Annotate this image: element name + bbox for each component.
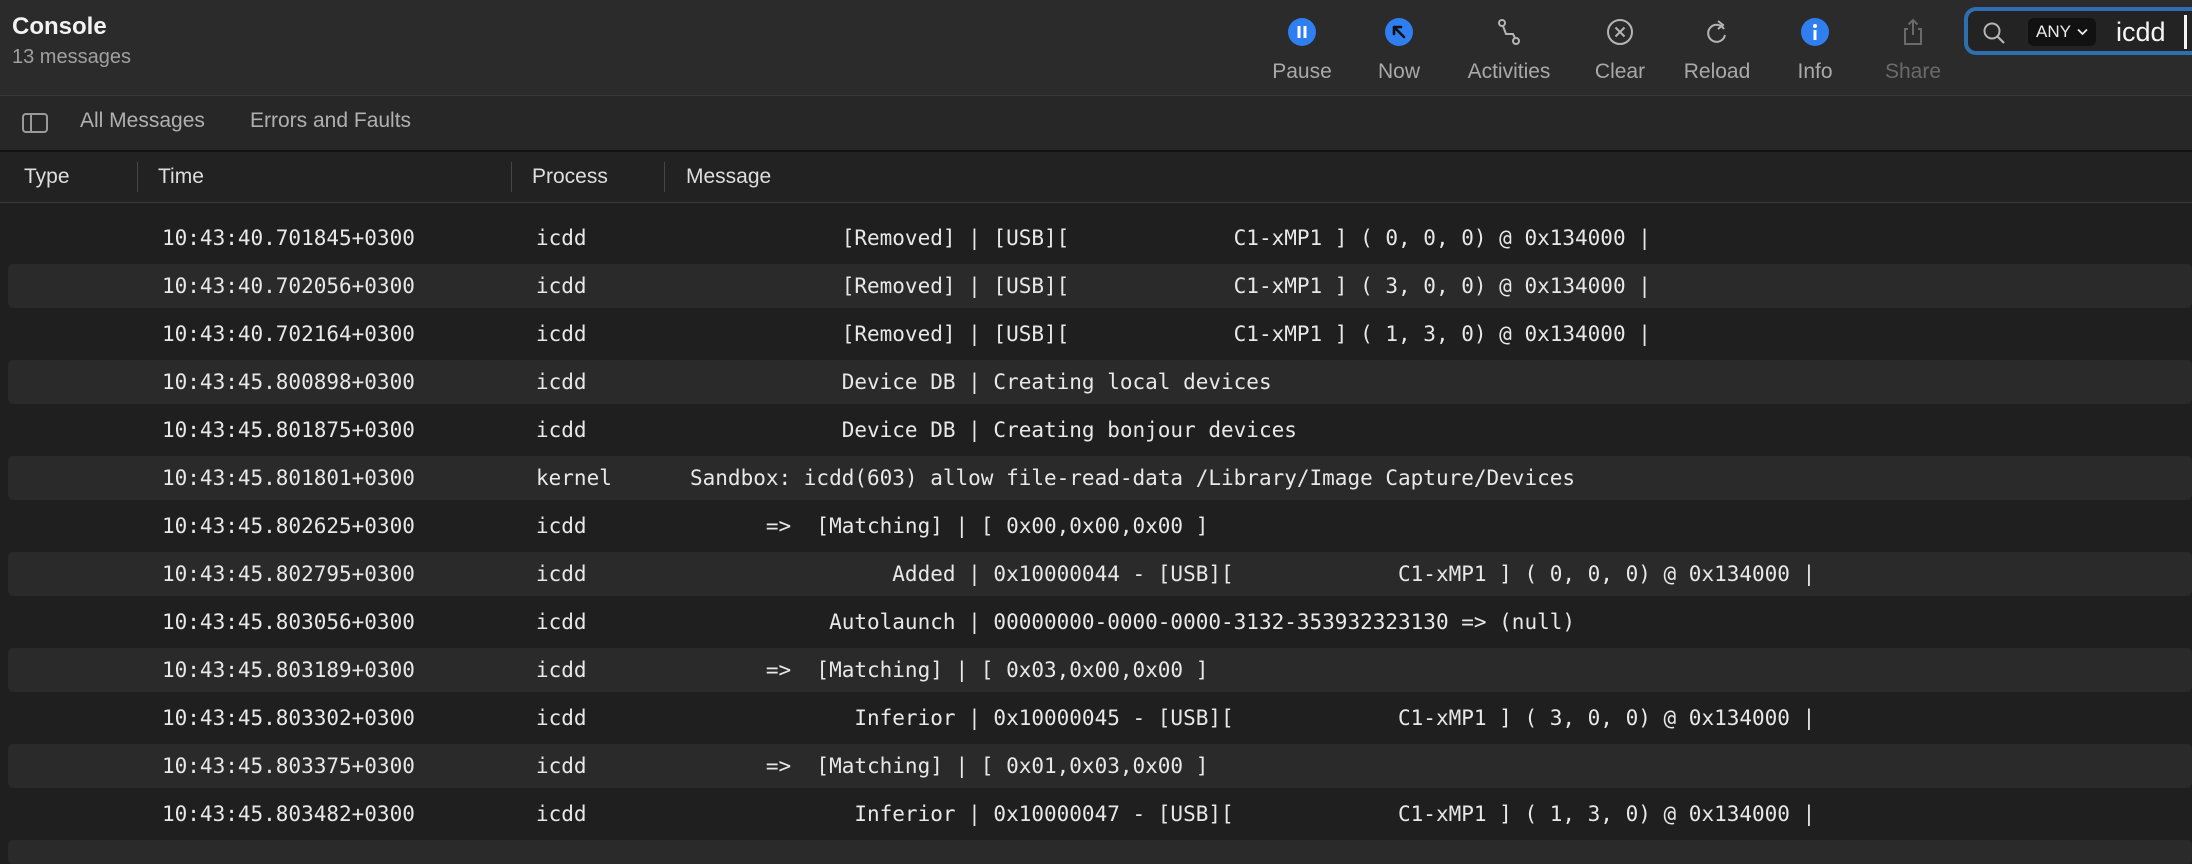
time-cell: 10:43:45.803482+0300 [162,802,415,826]
search-field[interactable]: ANY icdd [1964,7,2192,55]
message-cell: Device DB | Creating bonjour devices [690,418,1297,442]
table-row-empty [8,840,2192,864]
process-cell: icdd [536,418,587,442]
time-cell: 10:43:45.802625+0300 [162,514,415,538]
time-cell: 10:43:40.702056+0300 [162,274,415,298]
process-cell: icdd [536,370,587,394]
search-scope-dropdown[interactable]: ANY [2028,18,2096,46]
now-button[interactable]: Now [1344,14,1454,84]
activities-label: Activities [1467,60,1551,83]
app-title: Console [12,13,107,40]
message-cell: Sandbox: icdd(603) allow file-read-data … [690,466,1576,490]
time-cell: 10:43:45.803302+0300 [162,706,415,730]
table-row[interactable]: 10:43:40.702164+0300 icdd [Removed] | [US… [8,312,2192,356]
process-cell: kernel [536,466,612,490]
table-row[interactable]: 10:43:45.803375+0300 icdd => [Matching] |… [8,744,2192,788]
time-cell: 10:43:40.702164+0300 [162,322,415,346]
info-button[interactable]: Info [1760,14,1870,84]
process-cell: icdd [536,514,587,538]
message-cell: [Removed] | [USB][ C1-xMP1 ] ( 1, 3, 0) … [690,322,1651,346]
info-circle-icon [1801,18,1829,46]
reload-button[interactable]: Reload [1662,14,1772,84]
process-cell: icdd [536,658,587,682]
message-cell: [Removed] | [USB][ C1-xMP1 ] ( 0, 0, 0) … [690,226,1651,250]
message-cell: Inferior | 0x10000047 - [USB][ C1-xMP1 ]… [690,802,1816,826]
column-process[interactable]: Process [532,165,608,189]
process-cell: icdd [536,226,587,250]
reload-icon [1707,20,1726,43]
process-cell: icdd [536,274,587,298]
time-cell: 10:43:45.803189+0300 [162,658,415,682]
clear-x-circle-icon [1607,19,1633,45]
message-cell: Device DB | Creating local devices [690,370,1272,394]
table-row[interactable]: 10:43:45.800898+0300 icdd Device DB | Cre… [8,360,2192,404]
table-row[interactable]: 10:43:45.802625+0300 icdd => [Matching] |… [8,504,2192,548]
table-row[interactable]: 10:43:40.702056+0300 icdd [Removed] | [US… [8,264,2192,308]
arrow-up-left-circle-icon [1385,18,1413,46]
time-cell: 10:43:45.801875+0300 [162,418,415,442]
info-label: Info [1797,60,1833,83]
time-cell: 10:43:45.803056+0300 [162,610,415,634]
chevron-down-icon [2077,28,2088,36]
time-cell: 10:43:45.801801+0300 [162,466,415,490]
table-row[interactable]: 10:43:45.803482+0300 icdd Inferior | 0x10… [8,792,2192,836]
column-message[interactable]: Message [686,165,771,189]
process-cell: icdd [536,802,587,826]
pause-circle-icon [1288,18,1316,46]
message-cell: [Removed] | [USB][ C1-xMP1 ] ( 3, 0, 0) … [690,274,1651,298]
message-cell: => [Matching] | [ 0x03,0x00,0x00 ] [690,658,1209,682]
activities-button[interactable]: Activities [1454,14,1564,84]
column-divider[interactable] [137,162,138,192]
clear-button[interactable]: Clear [1565,14,1675,84]
share-icon [1904,18,1922,45]
message-cell: => [Matching] | [ 0x01,0x03,0x00 ] [690,754,1209,778]
column-time[interactable]: Time [158,165,204,189]
table-row[interactable]: 10:43:45.801801+0300 kernel Sandbox: icdd(… [8,456,2192,500]
time-cell: 10:43:45.803375+0300 [162,754,415,778]
pause-button[interactable]: Pause [1247,14,1357,84]
process-cell: icdd [536,754,587,778]
reload-label: Reload [1683,60,1751,83]
table-row[interactable]: 10:43:45.803056+0300 icdd Autolaunch | 00… [8,600,2192,644]
toolbar: Console 13 messages Pause Now Activities… [0,0,2192,96]
time-cell: 10:43:40.701845+0300 [162,226,415,250]
all-messages-filter[interactable]: All Messages [80,109,205,133]
time-cell: 10:43:45.802795+0300 [162,562,415,586]
activities-icon [1498,19,1520,45]
pause-label: Pause [1272,60,1332,83]
sidebar-toggle-icon[interactable] [22,112,48,134]
share-label: Share [1884,60,1942,83]
search-scope-label: ANY [2036,22,2071,41]
message-cell: => [Matching] | [ 0x00,0x00,0x00 ] [690,514,1209,538]
search-icon [1983,22,2005,44]
table-row[interactable]: 10:43:45.801875+0300 icdd Device DB | Cre… [8,408,2192,452]
process-cell: icdd [536,610,587,634]
time-cell: 10:43:45.800898+0300 [162,370,415,394]
table-row[interactable]: 10:43:40.701845+0300 icdd [Removed] | [US… [8,216,2192,260]
table-row[interactable]: 10:43:45.803189+0300 icdd => [Matching] |… [8,648,2192,692]
filter-bar: All Messages Errors and Faults [0,96,2192,152]
message-count: 13 messages [12,46,131,68]
message-cell: Autolaunch | 00000000-0000-0000-3132-353… [690,610,1576,634]
clear-label: Clear [1594,60,1646,83]
now-label: Now [1377,60,1420,83]
errors-faults-filter[interactable]: Errors and Faults [250,109,411,133]
message-cell: Inferior | 0x10000045 - [USB][ C1-xMP1 ]… [690,706,1816,730]
share-button[interactable]: Share [1858,14,1968,84]
text-cursor [2184,15,2187,49]
table-row[interactable]: 10:43:45.803302+0300 icdd Inferior | 0x10… [8,696,2192,740]
message-cell: Added | 0x10000044 - [USB][ C1-xMP1 ] ( … [690,562,1816,586]
table-header: Type Time Process Message [0,152,2192,203]
search-input[interactable]: icdd [2116,17,2166,48]
process-cell: icdd [536,322,587,346]
process-cell: icdd [536,706,587,730]
table-row[interactable]: 10:43:45.802795+0300 icdd Added | 0x10000… [8,552,2192,596]
column-type[interactable]: Type [24,165,70,189]
column-divider[interactable] [664,162,665,192]
column-divider[interactable] [511,162,512,192]
process-cell: icdd [536,562,587,586]
